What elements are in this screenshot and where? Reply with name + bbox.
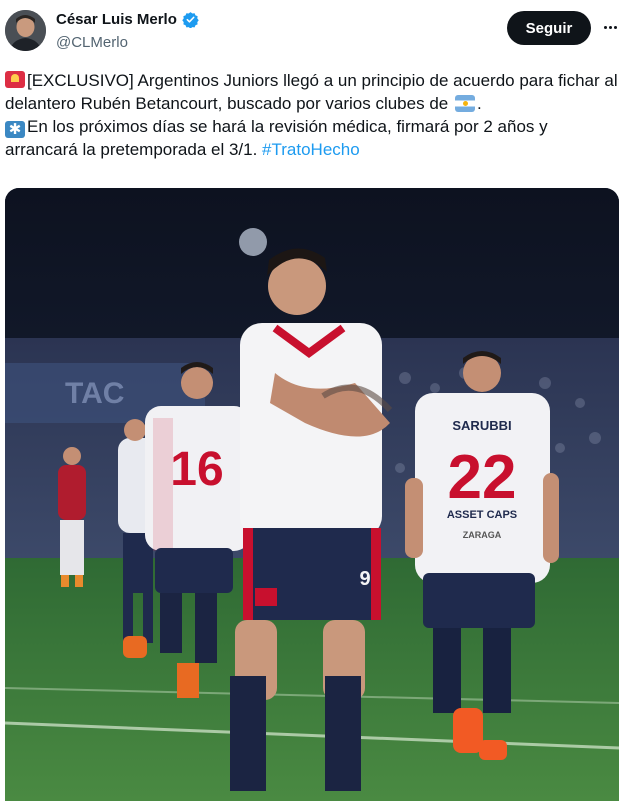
stadium-sign: TAC xyxy=(65,377,124,410)
shorts-number-9: 9 xyxy=(359,568,370,590)
asterisk-icon: ✱ xyxy=(5,121,25,138)
shirt-sponsor-secondary: ZARAGA xyxy=(463,530,502,540)
verified-badge-icon xyxy=(182,12,199,28)
more-dot xyxy=(613,25,617,29)
background-player-red xyxy=(58,447,86,587)
hashtag-link[interactable]: #TratoHecho xyxy=(262,140,360,159)
rotating-light-icon xyxy=(5,71,25,88)
follow-button[interactable]: Seguir xyxy=(507,11,591,45)
more-icon[interactable] xyxy=(598,12,622,42)
shirt-sponsor: ASSET CAPS xyxy=(447,509,517,521)
more-dot xyxy=(603,25,607,29)
author-name-row: César Luis Merlo xyxy=(56,11,199,28)
more-dot xyxy=(608,25,612,29)
tweet-line-1: [EXCLUSIVO] Argentinos Juniors llegó a u… xyxy=(5,71,618,113)
tweet-photo[interactable]: TAC 16 SARUBBI 22 ASSET CAPS ZARAGA 9 xyxy=(5,188,619,801)
shirt-name-sarubbi: SARUBBI xyxy=(452,418,511,433)
author-name[interactable]: César Luis Merlo xyxy=(56,11,177,28)
author-avatar[interactable] xyxy=(5,10,46,51)
photo-scene: TAC 16 SARUBBI 22 ASSET CAPS ZARAGA 9 xyxy=(5,188,619,801)
argentina-flag-icon xyxy=(454,95,475,112)
shirt-number-16: 16 xyxy=(170,443,223,496)
shirt-number-22: 22 xyxy=(448,443,517,512)
tweet-header: César Luis Merlo @CLMerlo Seguir xyxy=(0,0,640,64)
stadium-light xyxy=(239,228,267,256)
author-handle[interactable]: @CLMerlo xyxy=(56,34,128,51)
tweet-text: [EXCLUSIVO] Argentinos Juniors llegó a u… xyxy=(5,71,618,159)
